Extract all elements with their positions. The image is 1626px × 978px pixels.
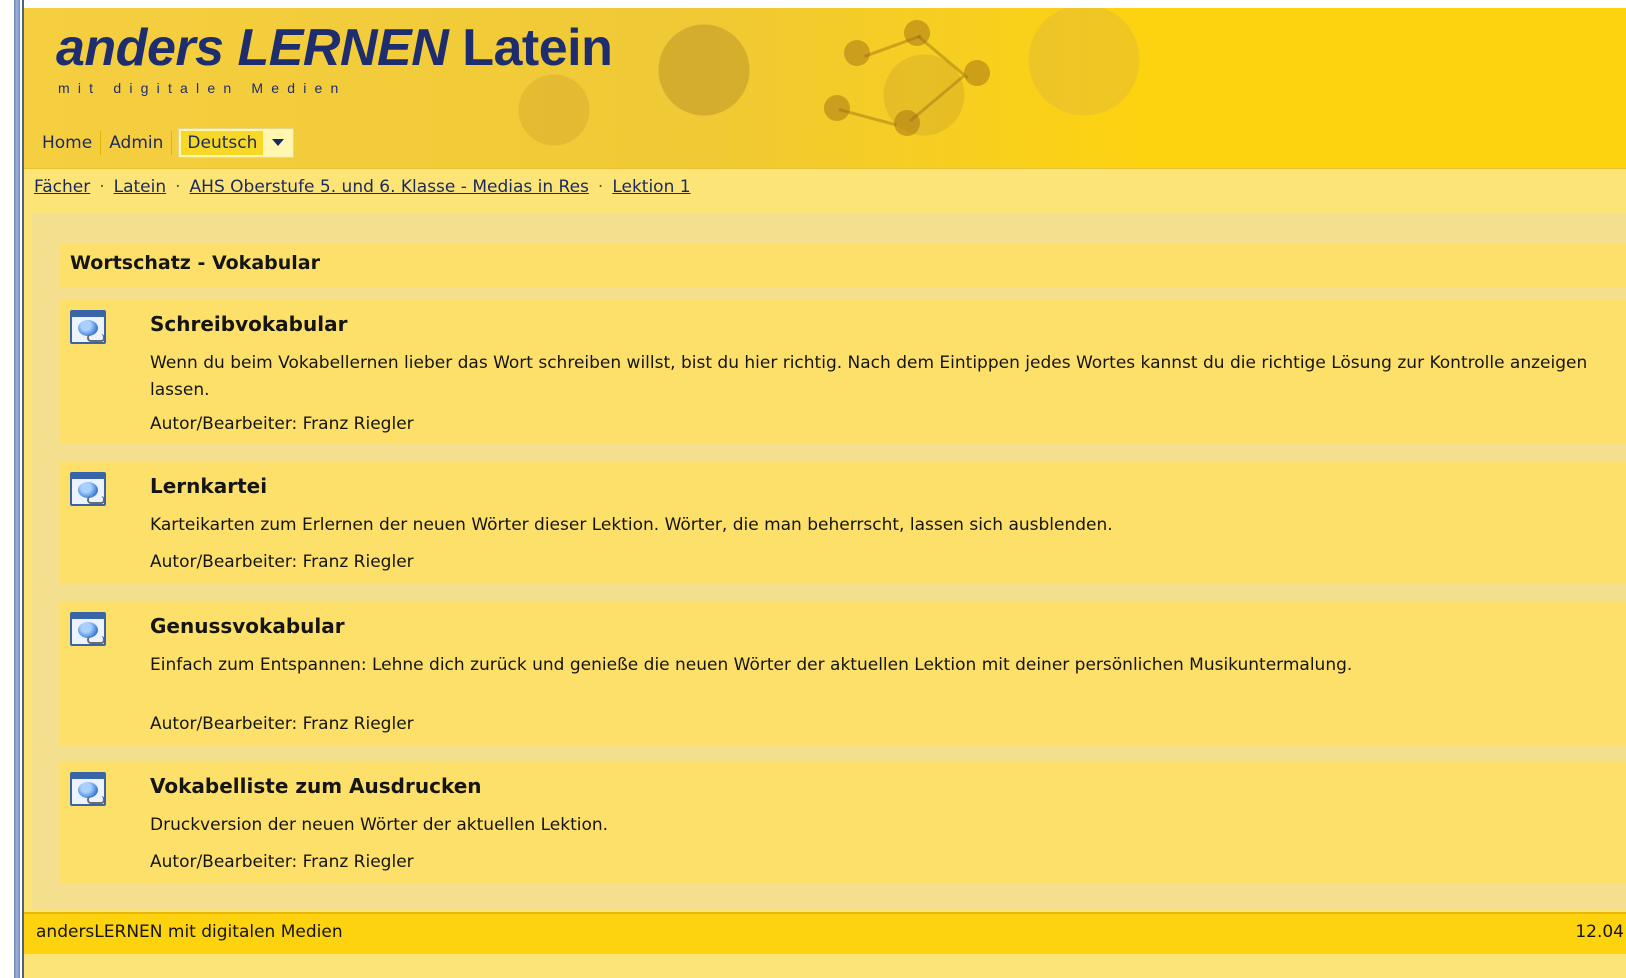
- breadcrumb-separator: ·: [597, 177, 604, 197]
- atom-ball-decoration: [824, 95, 850, 121]
- atom-bond-decoration: [864, 34, 922, 58]
- resource-author: Autor/Bearbeiter: Franz Riegler: [150, 852, 414, 872]
- top-nav: Home Admin Deutsch: [34, 128, 295, 158]
- site-header: anders LERNEN Latein mit digitalen Medie…: [24, 0, 1626, 168]
- breadcrumb-link-course[interactable]: AHS Oberstufe 5. und 6. Klasse - Medias …: [190, 177, 589, 197]
- nav-admin-link[interactable]: Admin: [101, 131, 173, 155]
- breadcrumb-separator: ·: [175, 177, 181, 197]
- chevron-down-icon[interactable]: [263, 135, 293, 151]
- resource-author: Autor/Bearbeiter: Franz Riegler: [150, 552, 414, 572]
- page: anders LERNEN Latein mit digitalen Medie…: [24, 0, 1626, 978]
- breadcrumb-link-faecher[interactable]: Fächer: [34, 177, 90, 197]
- resource-card: Vokabelliste zum Ausdrucken Druckversion…: [60, 762, 1626, 884]
- window-left-edge: [0, 0, 24, 978]
- breadcrumb: Fächer · Latein · AHS Oberstufe 5. und 6. Kl…: [24, 168, 1626, 208]
- web-module-globe-icon[interactable]: [70, 772, 106, 806]
- resource-description: Wenn du beim Vokabellernen lieber das Wo…: [150, 353, 1588, 400]
- logo-word-anders: anders: [56, 19, 224, 77]
- footer-bar: andersLERNEN mit digitalen Medien 12.04: [24, 912, 1626, 954]
- footer-date: 12.04: [1575, 922, 1624, 942]
- logo-subtitle: mit digitalen Medien: [58, 80, 347, 96]
- breadcrumb-link-latein[interactable]: Latein: [114, 177, 167, 197]
- nav-home-link[interactable]: Home: [34, 131, 102, 155]
- window-frame-bar: [14, 0, 20, 978]
- resource-title-link[interactable]: Lernkartei: [150, 474, 267, 498]
- web-module-globe-icon[interactable]: [70, 472, 106, 506]
- atom-bond-decoration: [917, 35, 969, 80]
- logo-word-latein: Latein: [462, 19, 613, 77]
- section-title: Wortschatz - Vokabular: [70, 252, 320, 274]
- section-header: Wortschatz - Vokabular: [60, 244, 1626, 288]
- resource-card: Lernkartei Karteikarten zum Erlernen der…: [60, 462, 1626, 584]
- web-module-globe-icon[interactable]: [70, 612, 106, 646]
- resource-title-link[interactable]: Vokabelliste zum Ausdrucken: [150, 774, 482, 798]
- resource-author: Autor/Bearbeiter: Franz Riegler: [150, 714, 414, 734]
- site-footer: andersLERNEN mit digitalen Medien 12.04: [24, 912, 1626, 978]
- logo-word-lernen: LERNEN: [237, 19, 449, 77]
- resource-title-link[interactable]: Schreibvokabular: [150, 312, 347, 336]
- footer-site-name: andersLERNEN mit digitalen Medien: [36, 922, 343, 942]
- resource-description: Karteikarten zum Erlernen der neuen Wört…: [150, 515, 1113, 535]
- language-select[interactable]: Deutsch: [178, 128, 295, 158]
- resource-description: Einfach zum Entspannen: Lehne dich zurüc…: [150, 655, 1353, 675]
- resource-description: Druckversion der neuen Wörter der aktuel…: [150, 815, 609, 835]
- resource-card: Schreibvokabular Wenn du beim Vokabeller…: [60, 300, 1626, 444]
- web-module-globe-icon[interactable]: [70, 310, 106, 344]
- atom-ball-decoration: [964, 60, 990, 86]
- atom-bond-decoration: [838, 108, 897, 127]
- site-logo[interactable]: anders LERNEN Latein: [56, 18, 613, 78]
- resource-title-link[interactable]: Genussvokabular: [150, 614, 345, 638]
- window-top-edge: [24, 0, 1626, 8]
- resource-author: Autor/Bearbeiter: Franz Riegler: [150, 414, 414, 434]
- breadcrumb-separator: ·: [99, 177, 105, 197]
- language-select-value: Deutsch: [181, 131, 264, 155]
- resource-card: Genussvokabular Einfach zum Entspannen: …: [60, 602, 1626, 746]
- atom-bond-decoration: [909, 75, 965, 123]
- breadcrumb-link-lektion[interactable]: Lektion 1: [612, 177, 690, 197]
